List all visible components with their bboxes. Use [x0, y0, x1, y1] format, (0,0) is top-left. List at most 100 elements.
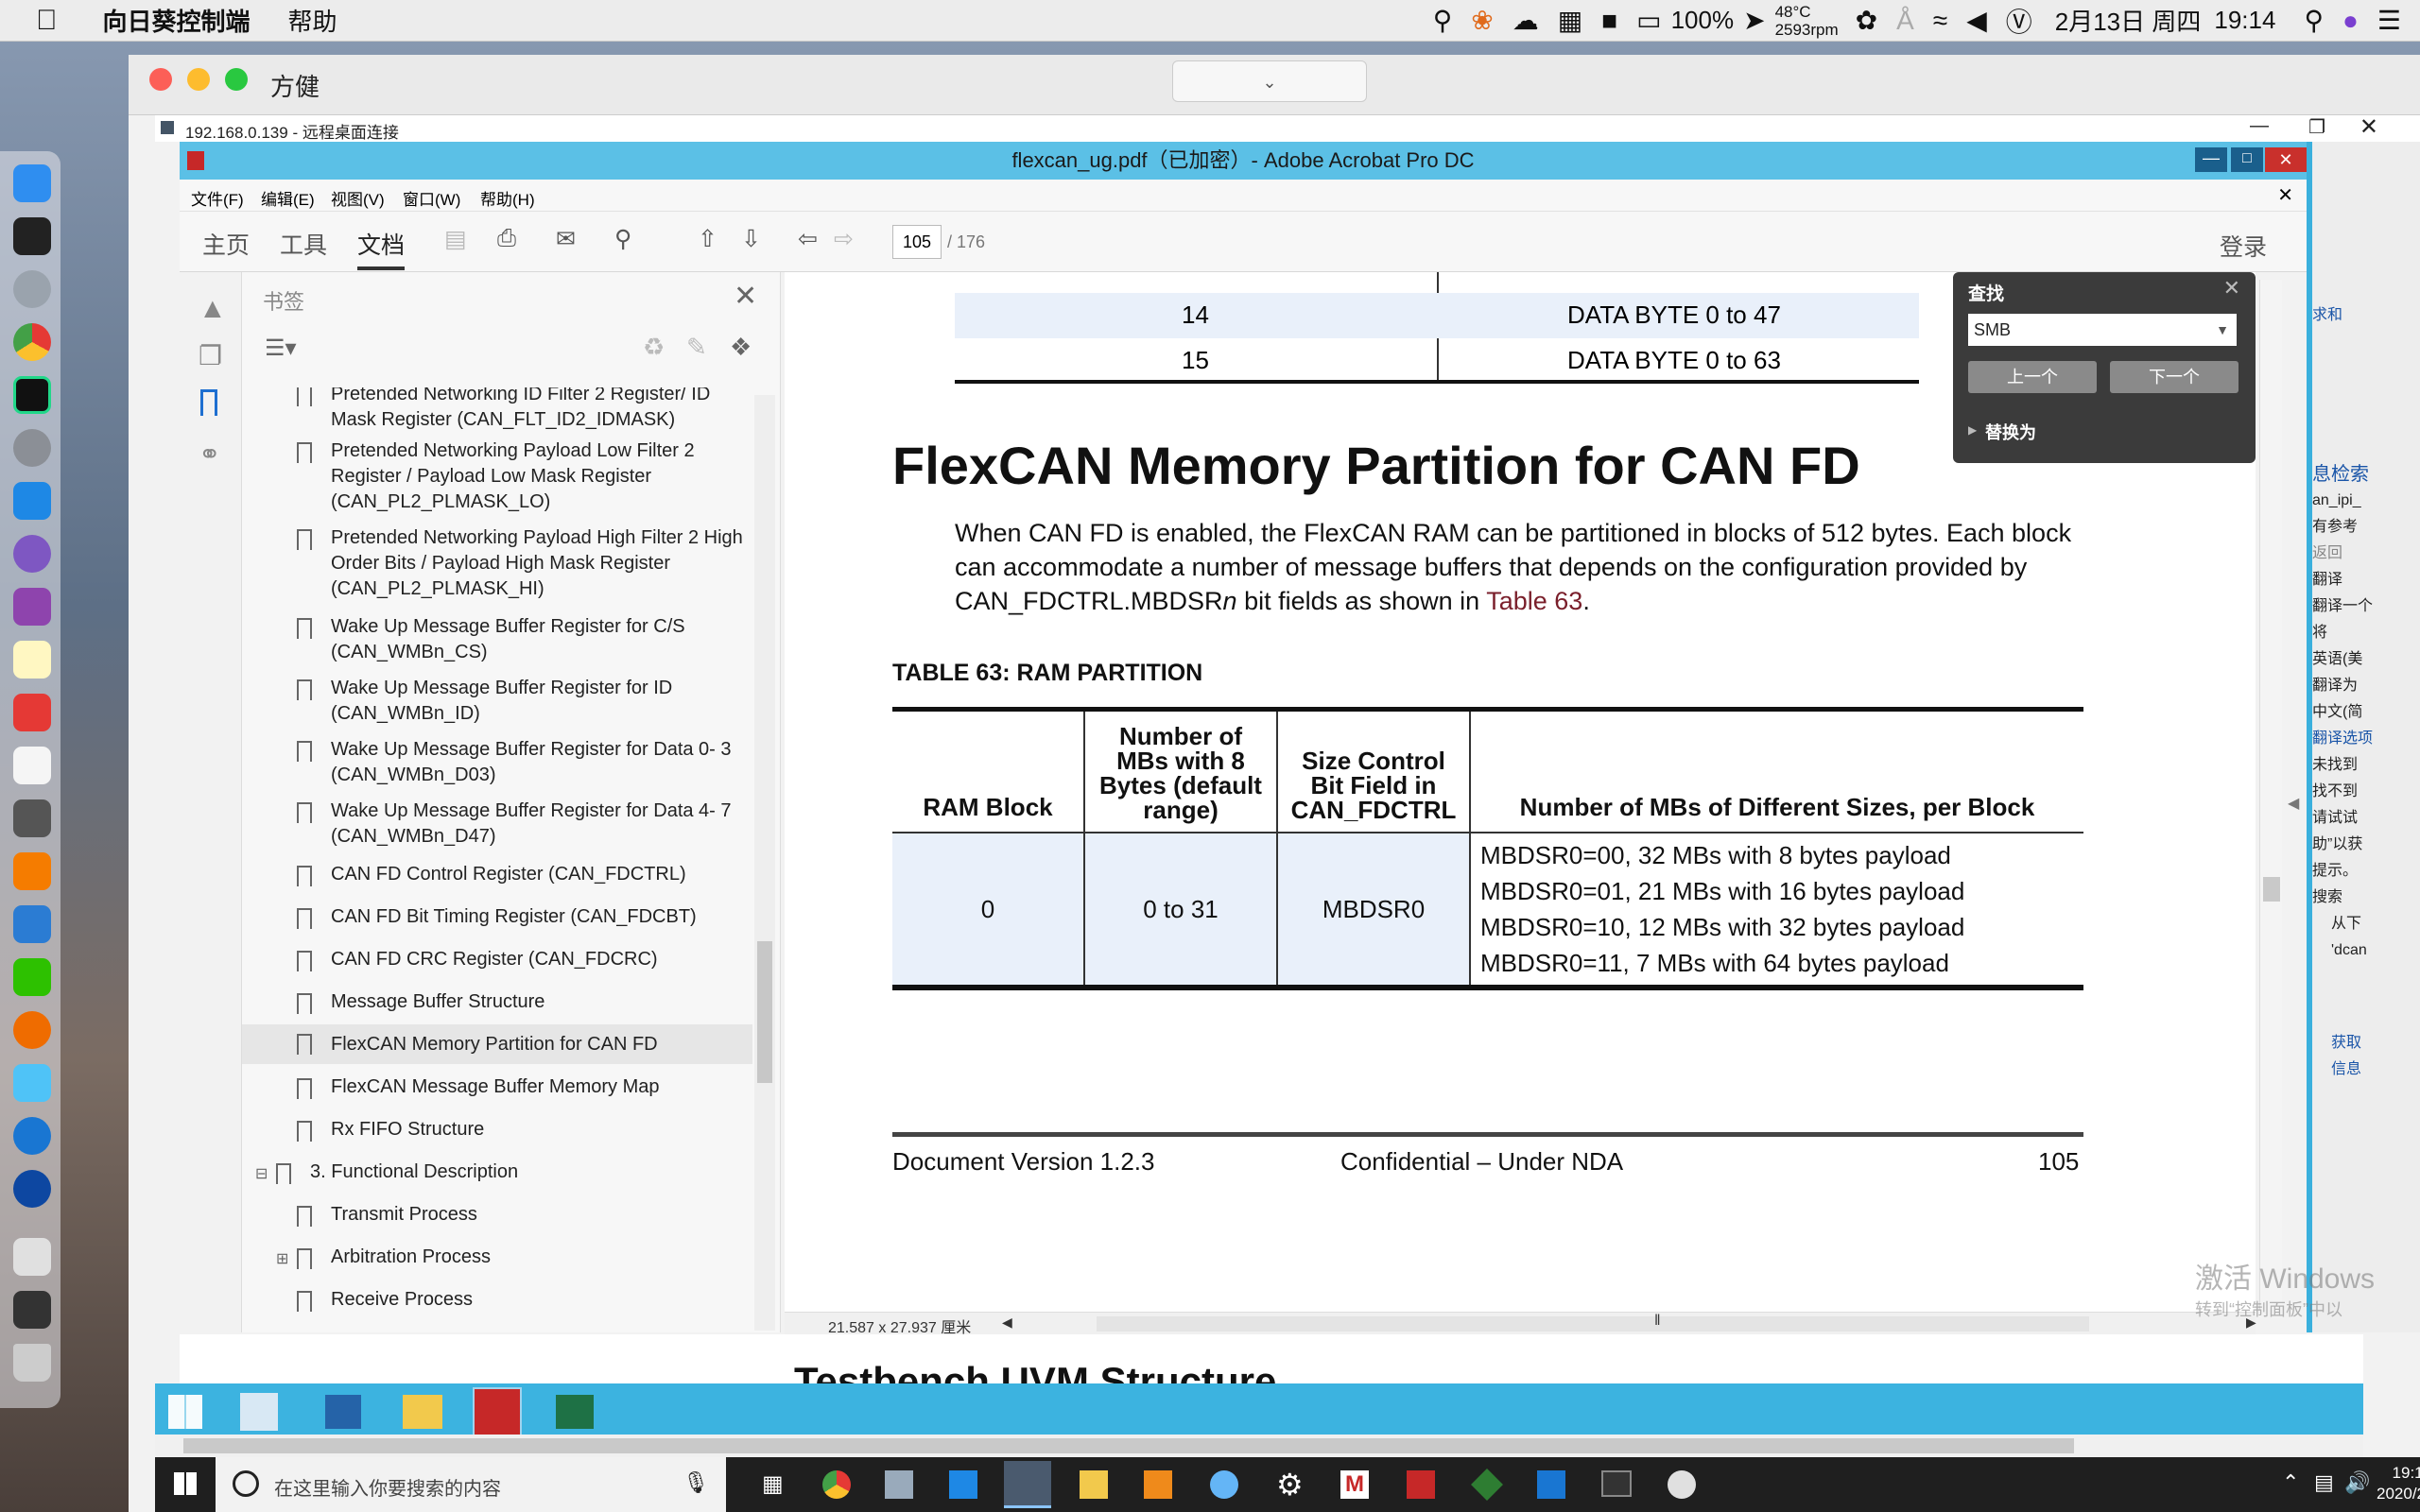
next-page-icon[interactable]: ⇩	[741, 225, 761, 253]
bookmark-item-selected[interactable]: FlexCAN Memory Partition for CAN FD ≡	[242, 1024, 752, 1064]
bookmark-item[interactable]: Pretended Networking Payload High Filter…	[242, 525, 752, 605]
close-bookmarks-icon[interactable]: ✕	[734, 280, 757, 313]
bookmark-scroll-thumb[interactable]	[757, 941, 772, 1083]
find-next-button[interactable]: 下一个	[2110, 361, 2238, 393]
close-doc-icon[interactable]: ✕	[2277, 183, 2293, 207]
sunlogin-task-icon[interactable]	[1144, 1470, 1172, 1499]
close-window-button[interactable]	[149, 68, 172, 91]
vscode-task-icon[interactable]	[949, 1470, 977, 1499]
system-preferences-icon[interactable]	[13, 429, 51, 467]
search-status-icon[interactable]: ⚲	[1433, 5, 1453, 36]
rdp-hscroll-thumb[interactable]	[183, 1438, 2074, 1453]
start-button[interactable]	[174, 1472, 197, 1495]
dropdown-button[interactable]: ⌄	[1172, 60, 1367, 102]
hscroll-left-icon[interactable]: ◀	[1002, 1314, 1012, 1331]
find-dropdown-icon[interactable]: ▼	[2216, 314, 2229, 346]
menu-window[interactable]: 窗口(W)	[403, 186, 460, 210]
hscroll-grip-icon[interactable]: ‖	[1654, 1313, 1661, 1330]
date-label[interactable]: 2月13日 周四	[2055, 3, 2202, 38]
menu-edit[interactable]: 编辑(E)	[261, 186, 315, 210]
doc-vscrollbar[interactable]	[2259, 280, 2282, 1310]
acrobat-close-button[interactable]: ✕	[2265, 147, 2307, 172]
print-icon[interactable]: ⎙	[497, 225, 516, 252]
new-bookmark-icon[interactable]: ✎	[686, 333, 707, 362]
word-icon[interactable]	[13, 905, 51, 943]
bookmark-item[interactable]: Wake Up Message Buffer Register for C/S …	[242, 614, 752, 667]
bookmark-item[interactable]: ⊟ 3. Functional Description	[242, 1160, 752, 1188]
doc-scroll-thumb[interactable]	[2263, 877, 2280, 902]
tab-document[interactable]: 文档	[357, 227, 405, 261]
sunflower-icon[interactable]: ❀	[1471, 5, 1493, 36]
bluetooth-icon[interactable]: Å	[1896, 6, 1914, 36]
network-tray-icon[interactable]: ▤	[2314, 1470, 2334, 1495]
rdp-task-icon[interactable]	[885, 1470, 913, 1499]
notes-icon[interactable]: ▦	[1558, 5, 1582, 36]
rdp-minimize-button[interactable]: —	[2250, 115, 2269, 137]
bookmark-item[interactable]: CAN FD CRC Register (CAN_FDCRC)	[242, 947, 752, 975]
filezilla-task-icon[interactable]	[1407, 1470, 1435, 1499]
launchpad-icon[interactable]	[13, 270, 51, 308]
paw-icon[interactable]: ✿	[1856, 5, 1877, 36]
siri-icon[interactable]: ●	[2342, 6, 2359, 36]
windows-start-icon[interactable]	[168, 1395, 202, 1429]
clion-icon[interactable]	[13, 376, 51, 414]
delete-icon[interactable]: ♻	[643, 333, 665, 362]
collapse-icon[interactable]: ⊟	[255, 1161, 268, 1187]
menu-help[interactable]: 帮助(H)	[480, 186, 535, 210]
s-app-icon[interactable]: Ⓥ	[2006, 2, 2032, 40]
menu-view[interactable]: 视图(V)	[331, 186, 385, 210]
bookmark-item[interactable]: Pretended Networking Payload Low Filter …	[242, 438, 752, 518]
minimize-window-button[interactable]	[187, 68, 210, 91]
strip-line[interactable]: 获取	[2312, 1030, 2416, 1057]
acrobat-task-icon[interactable]	[473, 1387, 522, 1436]
help-menu[interactable]: 帮助	[288, 3, 337, 38]
send-icon[interactable]: ➤	[1743, 5, 1765, 36]
files-task-icon[interactable]	[1080, 1470, 1108, 1499]
forward-view-icon[interactable]: ⇨	[834, 225, 854, 253]
rdp-active-task-icon[interactable]	[1004, 1461, 1051, 1508]
tray-chevron-icon[interactable]: ⌃	[2282, 1470, 2299, 1495]
trash-icon[interactable]	[13, 1344, 51, 1382]
acrobat-maximize-button[interactable]: □	[2231, 147, 2263, 172]
preview-icon[interactable]	[13, 1064, 51, 1102]
find-input[interactable]: SMB ▼	[1968, 314, 2237, 346]
excel-icon[interactable]	[556, 1395, 594, 1429]
quicktime-icon[interactable]	[13, 1170, 51, 1208]
rdp-close-button[interactable]: ✕	[2360, 113, 2378, 141]
finder-icon[interactable]	[13, 164, 51, 202]
bookmark-item[interactable]: ⊞ Arbitration Process	[242, 1245, 752, 1273]
taskbar-search[interactable]: 在这里输入你要搜索的内容 🎙	[216, 1457, 726, 1512]
wechat-icon[interactable]: ☁	[1512, 5, 1539, 36]
search-icon[interactable]: ⚲	[614, 225, 631, 253]
folder-icon[interactable]: ■	[1601, 6, 1617, 36]
expand-bookmark-icon[interactable]: ❖	[730, 333, 752, 362]
books-icon[interactable]	[13, 852, 51, 890]
lock-icon[interactable]: ▲	[199, 293, 227, 325]
notes-dock-icon[interactable]	[13, 641, 51, 679]
screenshot-icon[interactable]	[13, 1291, 51, 1329]
find-prev-button[interactable]: 上一个	[1968, 361, 2097, 393]
expand-icon[interactable]: ⊞	[276, 1246, 288, 1272]
vscode-icon[interactable]	[13, 482, 51, 520]
tab-home[interactable]: 主页	[202, 227, 250, 261]
calculator-icon[interactable]	[13, 799, 51, 837]
pdf-reader-icon[interactable]	[13, 694, 51, 731]
apple-icon[interactable]: 	[36, 5, 58, 37]
bookmark-item[interactable]: Rx FIFO Structure	[242, 1117, 752, 1145]
login-link[interactable]: 登录	[2220, 229, 2267, 263]
rdp-hscrollbar[interactable]	[155, 1435, 2363, 1457]
bookmark-item[interactable]: Pretended Networking ID Filter 2 Registe…	[242, 387, 752, 433]
bookmark-item[interactable]: Wake Up Message Buffer Register for Data…	[242, 737, 752, 790]
menu-file[interactable]: 文件(F)	[191, 186, 244, 210]
time-label[interactable]: 19:14	[2214, 6, 2275, 35]
zoom-window-button[interactable]	[225, 68, 248, 91]
prev-page-icon[interactable]: ⇧	[698, 225, 717, 253]
attachment-icon[interactable]: ⚭	[199, 438, 220, 470]
pdf-expert-icon[interactable]	[13, 588, 51, 626]
find-close-icon[interactable]: ✕	[2223, 276, 2240, 301]
bookmark-rail-icon[interactable]	[200, 389, 217, 416]
chrome-task-icon[interactable]	[822, 1470, 851, 1499]
email-icon[interactable]: ✉	[556, 225, 576, 253]
replace-label[interactable]: 替换为	[1985, 420, 2036, 444]
wechat-dock-icon[interactable]	[13, 958, 51, 996]
